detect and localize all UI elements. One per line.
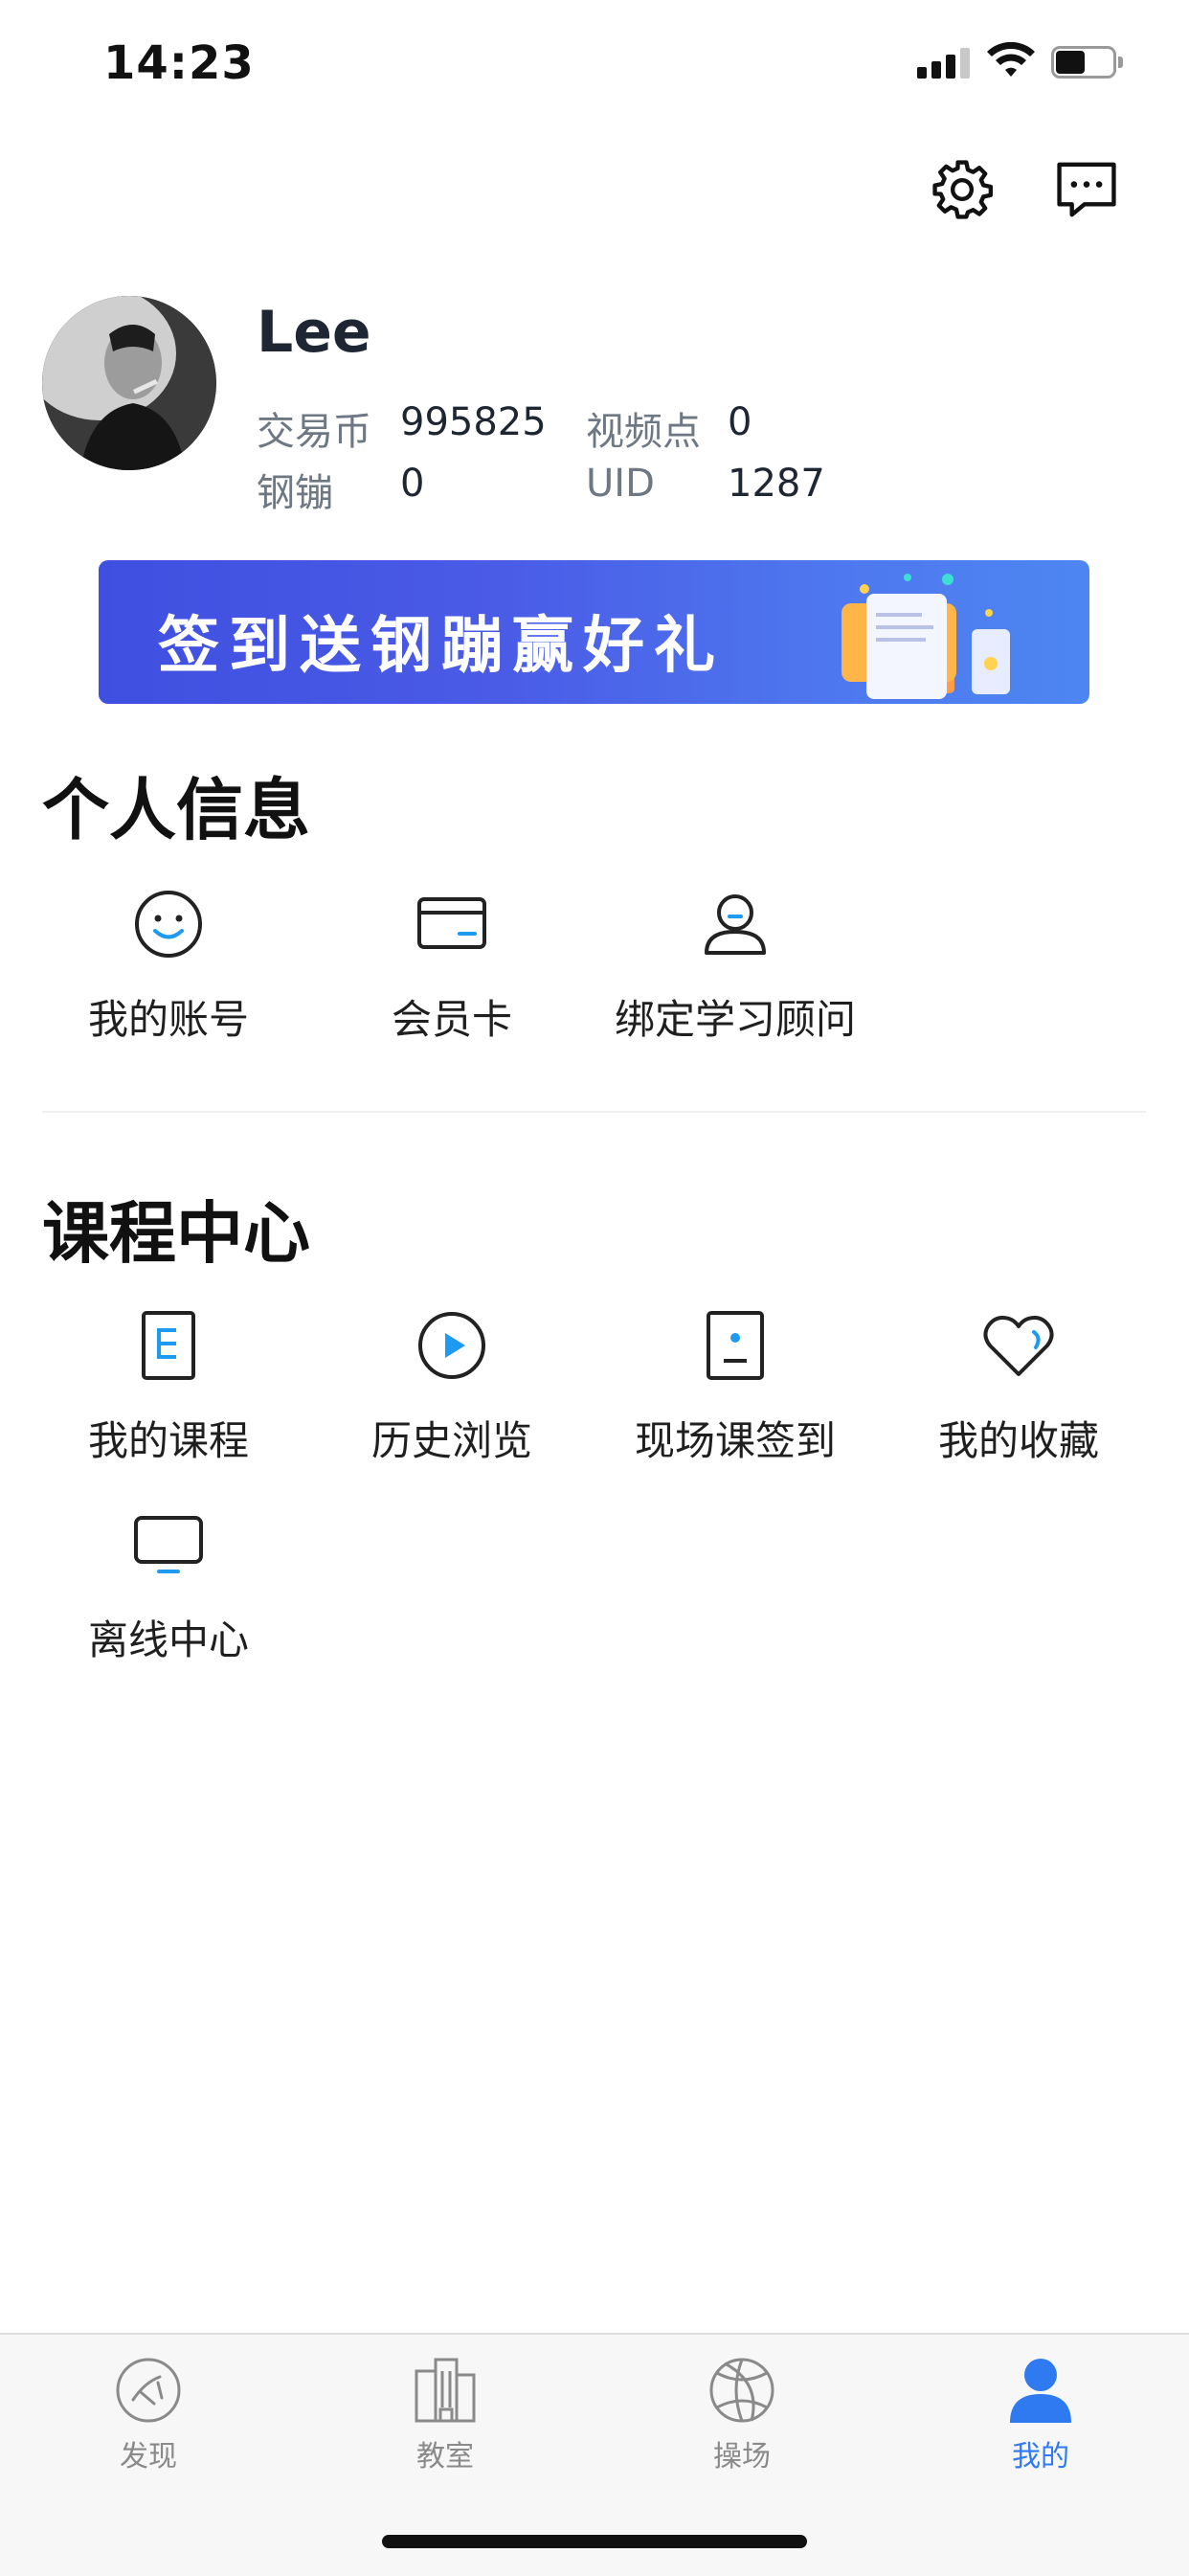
- tab-playground[interactable]: 操场: [665, 2354, 819, 2474]
- tab-discover-label: 发现: [120, 2440, 177, 2474]
- stat-label-gangbeng: 钢镚: [257, 471, 333, 515]
- smile-icon: [130, 886, 207, 962]
- person-icon: [697, 886, 774, 962]
- stat-value-video-points: 0: [728, 400, 752, 444]
- tab-classroom-label: 教室: [416, 2440, 474, 2474]
- tab-mine-label: 我的: [1012, 2440, 1069, 2474]
- stat-value-gangbeng: 0: [400, 462, 425, 506]
- bind-advisor-label: 绑定学习顾问: [614, 996, 856, 1043]
- message-icon[interactable]: [1053, 156, 1120, 223]
- section-title-course-center: 课程中心: [42, 1194, 310, 1273]
- section-title-personal-info: 个人信息: [42, 771, 310, 849]
- building-icon: [409, 2354, 482, 2427]
- username: Lee: [257, 299, 371, 366]
- heart-icon: [980, 1307, 1057, 1384]
- status-time: 14:23: [103, 36, 255, 90]
- play-circle-icon: [414, 1307, 490, 1384]
- my-courses-item[interactable]: 我的课程: [27, 1307, 310, 1467]
- gift-illustration-icon: [841, 574, 1010, 699]
- tab-mine[interactable]: 我的: [964, 2354, 1117, 2474]
- settings-gear-icon[interactable]: [929, 156, 996, 223]
- history-label: 历史浏览: [370, 1417, 532, 1464]
- history-item[interactable]: 历史浏览: [310, 1307, 594, 1467]
- bind-advisor-item[interactable]: 绑定学习顾问: [594, 886, 877, 1046]
- favorites-label: 我的收藏: [937, 1417, 1099, 1464]
- member-card-item[interactable]: 会员卡: [310, 886, 594, 1046]
- offline-center-label: 离线中心: [87, 1616, 249, 1663]
- my-courses-label: 我的课程: [87, 1417, 249, 1464]
- stat-label-video-points: 视频点: [586, 410, 701, 454]
- favorites-item[interactable]: 我的收藏: [877, 1307, 1160, 1467]
- user-icon: [1004, 2354, 1077, 2427]
- stat-value-coins: 995825: [400, 400, 547, 444]
- checkin-banner[interactable]: 签到送钢蹦赢好礼: [99, 560, 1089, 704]
- my-account-label: 我的账号: [87, 996, 249, 1043]
- document-icon: [130, 1307, 207, 1384]
- stat-label-uid: UID: [586, 462, 655, 506]
- my-account-item[interactable]: 我的账号: [27, 886, 310, 1046]
- wifi-icon: [986, 41, 1036, 80]
- stat-label-coins: 交易币: [257, 410, 371, 454]
- onsite-checkin-item[interactable]: 现场课签到: [594, 1307, 877, 1467]
- avatar[interactable]: [42, 296, 216, 470]
- onsite-checkin-label: 现场课签到: [634, 1417, 836, 1464]
- signal-icon: [917, 46, 971, 79]
- battery-icon: [1051, 46, 1126, 80]
- stat-value-uid: 1287: [728, 462, 825, 506]
- monitor-icon: [130, 1506, 207, 1583]
- id-badge-icon: [697, 1307, 774, 1384]
- card-icon: [414, 886, 490, 962]
- section-divider: [42, 1111, 1146, 1113]
- tab-classroom[interactable]: 教室: [369, 2354, 522, 2474]
- offline-center-item[interactable]: 离线中心: [27, 1506, 310, 1666]
- basketball-icon: [706, 2354, 778, 2427]
- banner-text: 签到送钢蹦赢好礼: [158, 611, 725, 682]
- tab-playground-label: 操场: [713, 2440, 771, 2474]
- member-card-label: 会员卡: [391, 996, 512, 1043]
- discover-icon: [112, 2354, 185, 2427]
- home-indicator: [382, 2535, 807, 2548]
- tab-discover[interactable]: 发现: [72, 2354, 225, 2474]
